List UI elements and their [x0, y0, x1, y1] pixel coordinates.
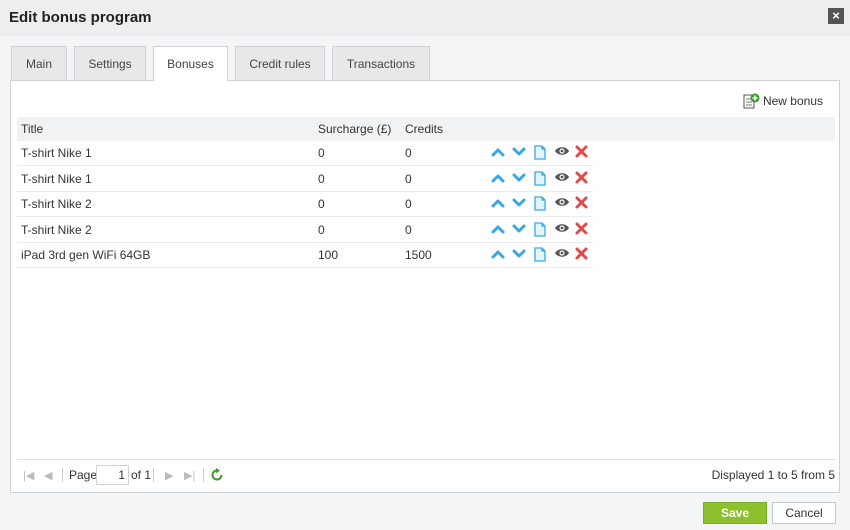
table-row[interactable]: T-shirt Nike 1 0 0	[17, 141, 593, 166]
page-count-label: of 1	[131, 468, 152, 482]
row-surcharge: 0	[318, 197, 325, 211]
move-down-icon[interactable]	[512, 196, 529, 212]
row-title: T-shirt Nike 2	[21, 222, 92, 237]
new-bonus-button[interactable]: New bonus	[743, 93, 823, 109]
pager-divider	[153, 468, 154, 482]
table-row[interactable]: T-shirt Nike 2 0 0	[17, 192, 593, 217]
new-bonus-label: New bonus	[762, 94, 823, 108]
row-credits: 0	[405, 146, 412, 160]
view-icon[interactable]	[554, 196, 571, 212]
row-surcharge: 0	[318, 222, 325, 237]
bonuses-panel: New bonus Title Surcharge (£) Credits T-…	[10, 80, 840, 493]
delete-icon[interactable]	[575, 145, 592, 161]
column-title[interactable]: Title	[21, 117, 43, 141]
row-actions	[491, 145, 592, 161]
row-surcharge: 0	[318, 171, 325, 186]
next-page-icon[interactable]: ▶	[165, 469, 173, 482]
page-label: Page	[69, 468, 98, 482]
row-credits: 0	[405, 222, 412, 237]
move-up-icon[interactable]	[491, 145, 508, 161]
move-down-icon[interactable]	[512, 247, 529, 263]
row-title: T-shirt Nike 1	[21, 171, 92, 186]
row-title: T-shirt Nike 1	[21, 146, 92, 160]
tab-main[interactable]: Main	[11, 46, 67, 81]
delete-icon[interactable]	[575, 247, 592, 263]
delete-icon[interactable]	[575, 196, 592, 212]
tab-transactions[interactable]: Transactions	[332, 46, 430, 81]
row-surcharge: 100	[318, 248, 339, 262]
copy-icon[interactable]	[533, 170, 550, 187]
view-icon[interactable]	[554, 247, 571, 263]
close-icon: ×	[832, 8, 840, 23]
refresh-icon[interactable]	[210, 468, 224, 485]
pager-divider	[62, 468, 63, 482]
copy-icon[interactable]	[533, 221, 550, 238]
save-button[interactable]: Save	[703, 502, 767, 524]
row-title: iPad 3rd gen WiFi 64GB	[21, 248, 151, 262]
move-up-icon[interactable]	[491, 222, 508, 238]
delete-icon[interactable]	[575, 222, 592, 238]
move-down-icon[interactable]	[512, 171, 529, 187]
pager-divider	[203, 468, 204, 482]
row-actions	[491, 196, 592, 212]
dialog-title: Edit bonus program	[9, 9, 152, 26]
copy-icon[interactable]	[533, 247, 550, 263]
move-up-icon[interactable]	[491, 247, 508, 263]
row-surcharge: 0	[318, 146, 325, 160]
displayed-count: Displayed 1 to 5 from 5	[711, 468, 835, 482]
tab-settings[interactable]: Settings	[74, 46, 146, 81]
dialog-titlebar: Edit bonus program ×	[0, 0, 850, 36]
row-credits: 0	[405, 171, 412, 186]
row-credits: 1500	[405, 248, 432, 262]
add-document-icon	[743, 93, 760, 109]
table-row[interactable]: T-shirt Nike 1 0 0	[17, 167, 593, 192]
row-credits: 0	[405, 197, 412, 211]
move-up-icon[interactable]	[491, 171, 508, 187]
cancel-button[interactable]: Cancel	[772, 502, 836, 524]
row-actions	[491, 221, 592, 238]
tab-bonuses[interactable]: Bonuses	[153, 46, 228, 81]
grid-header: Title Surcharge (£) Credits	[17, 117, 835, 141]
copy-icon[interactable]	[533, 196, 550, 212]
first-page-icon[interactable]: |◀	[23, 469, 34, 482]
delete-icon[interactable]	[575, 171, 592, 187]
view-icon[interactable]	[554, 171, 571, 187]
column-credits[interactable]: Credits	[405, 117, 443, 141]
row-title: T-shirt Nike 2	[21, 197, 92, 211]
move-up-icon[interactable]	[491, 196, 508, 212]
row-actions	[491, 170, 592, 187]
view-icon[interactable]	[554, 145, 571, 161]
column-surcharge[interactable]: Surcharge (£)	[318, 117, 391, 141]
prev-page-icon[interactable]: ◀	[44, 469, 52, 482]
view-icon[interactable]	[554, 222, 571, 238]
move-down-icon[interactable]	[512, 222, 529, 238]
table-row[interactable]: T-shirt Nike 2 0 0	[17, 218, 593, 243]
tab-credit-rules[interactable]: Credit rules	[235, 46, 325, 81]
move-down-icon[interactable]	[512, 145, 529, 161]
pager: |◀ ◀ Page of 1 ▶ ▶| Displayed 1 to 5 fro…	[17, 459, 835, 491]
last-page-icon[interactable]: ▶|	[184, 469, 195, 482]
table-row[interactable]: iPad 3rd gen WiFi 64GB 100 1500	[17, 243, 593, 268]
close-button[interactable]: ×	[828, 8, 844, 24]
copy-icon[interactable]	[533, 145, 550, 161]
page-number-input[interactable]	[96, 465, 129, 485]
row-actions	[491, 247, 592, 263]
